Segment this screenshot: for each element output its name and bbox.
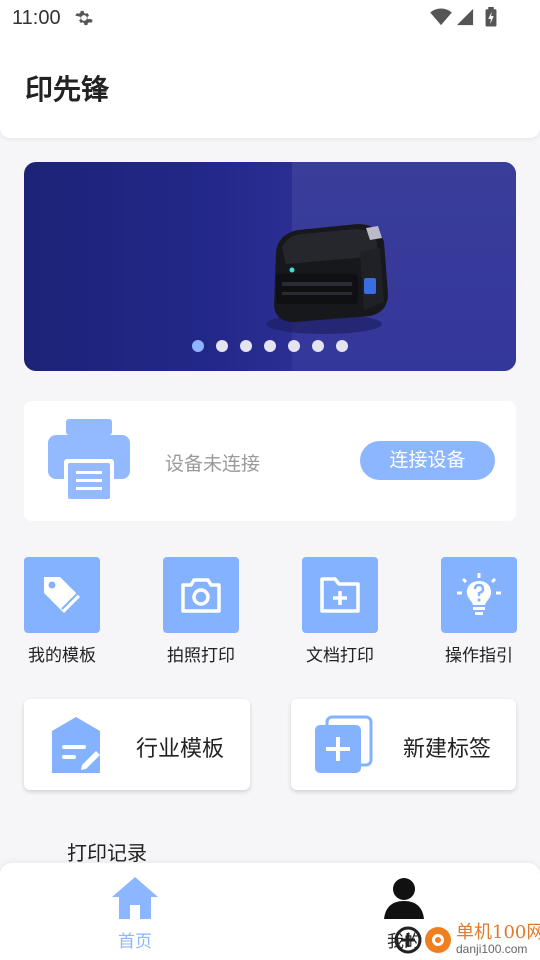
carousel-indicators	[192, 340, 348, 354]
lightbulb-question-icon	[457, 573, 501, 615]
device-card: 设备未连接 连接设备	[24, 401, 516, 521]
camera-icon	[181, 578, 221, 613]
tag-icon	[44, 577, 80, 613]
card-label: 新建标签	[403, 737, 492, 762]
printer-icon	[48, 419, 130, 503]
status-time: 11:00	[12, 7, 61, 29]
quick-action-label: 我的模板	[28, 646, 96, 666]
wifi-icon	[430, 8, 452, 26]
nav-home[interactable]: 首页	[96, 873, 174, 953]
card-label: 行业模板	[136, 737, 225, 762]
watermark-url: danji100.com	[456, 942, 528, 956]
quick-action-photo-print[interactable]: 拍照打印	[163, 557, 239, 667]
carousel-dot[interactable]	[240, 340, 252, 352]
quick-action-label: 操作指引	[445, 646, 513, 666]
carousel-dot[interactable]	[336, 340, 348, 352]
industry-templates-card[interactable]: 行业模板	[24, 699, 250, 790]
edit-template-icon	[52, 717, 100, 773]
quick-action-tile[interactable]	[163, 557, 239, 633]
carousel-dot[interactable]	[288, 340, 300, 352]
nav-label: 首页	[118, 932, 152, 952]
carousel-dot[interactable]	[192, 340, 204, 352]
carousel-dot[interactable]	[264, 340, 276, 352]
device-status: 设备未连接	[165, 453, 261, 475]
quick-action-document-print[interactable]: 文档打印	[302, 557, 378, 667]
status-bar: 11:00	[0, 0, 540, 36]
quick-action-tile[interactable]	[441, 557, 517, 633]
watermark-logo	[394, 926, 451, 954]
banner-carousel[interactable]	[24, 162, 516, 371]
quick-action-tile[interactable]	[24, 557, 100, 633]
watermark: 单机100网 danji100.com	[394, 918, 540, 960]
quick-action-tile[interactable]	[302, 557, 378, 633]
watermark-title: 单机100网	[456, 922, 540, 943]
signal-icon	[456, 8, 474, 26]
gear-icon	[75, 10, 93, 26]
carousel-dot[interactable]	[312, 340, 324, 352]
connect-device-button[interactable]: 连接设备	[360, 441, 495, 480]
person-icon	[384, 878, 424, 919]
home-icon	[112, 877, 158, 919]
quick-action-my-templates[interactable]: 我的模板	[24, 557, 100, 667]
battery-charging-icon	[485, 7, 497, 27]
print-records-heading: 打印记录	[67, 841, 147, 865]
quick-action-guide[interactable]: 操作指引	[441, 557, 517, 667]
quick-action-label: 文档打印	[306, 646, 374, 666]
app-bar: 印先锋	[0, 36, 540, 138]
carousel-dot[interactable]	[216, 340, 228, 352]
quick-action-label: 拍照打印	[167, 646, 235, 666]
new-label-card[interactable]: 新建标签	[291, 699, 516, 790]
folder-add-icon	[320, 577, 360, 613]
app-title: 印先锋	[25, 73, 110, 106]
new-label-icon	[315, 715, 373, 773]
label-printer-image	[266, 224, 388, 334]
